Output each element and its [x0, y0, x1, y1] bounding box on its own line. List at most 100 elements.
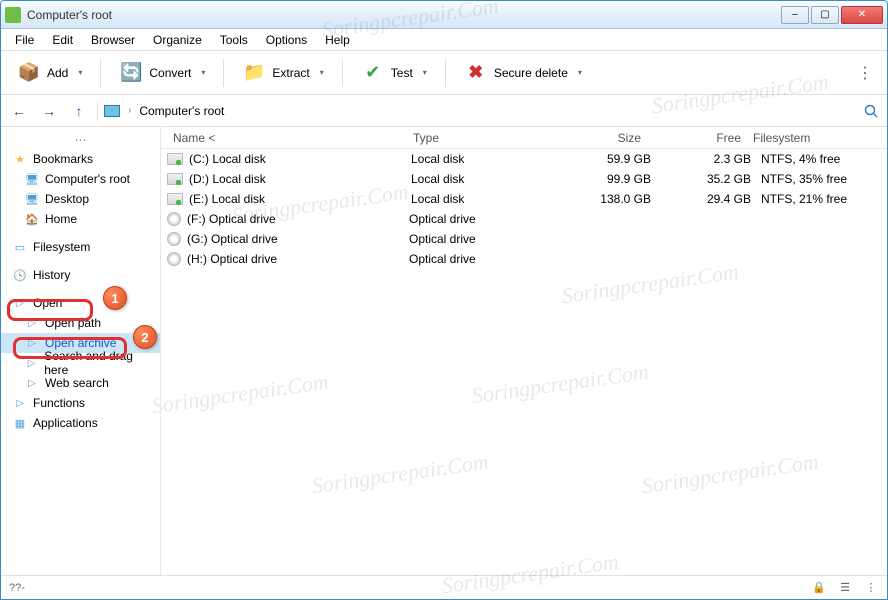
col-size[interactable]: Size — [547, 131, 647, 145]
triangle-right-icon: ▷ — [13, 296, 27, 310]
breadcrumb[interactable]: › Computer's root — [104, 104, 224, 118]
file-filesystem: NTFS, 35% free — [751, 172, 881, 186]
convert-icon: 🔄 — [119, 61, 143, 85]
menu-edit[interactable]: Edit — [44, 31, 81, 49]
triangle-right-icon: ▷ — [25, 336, 39, 350]
chevron-down-icon: ▾ — [574, 68, 582, 77]
triangle-right-icon: ▷ — [25, 316, 39, 330]
optical-icon — [167, 252, 181, 266]
sidebar-computers-root[interactable]: 🖥Computer's root — [1, 169, 160, 189]
sidebar-history[interactable]: 🕓History — [1, 265, 160, 285]
menu-browser[interactable]: Browser — [83, 31, 143, 49]
separator — [100, 59, 101, 87]
convert-button[interactable]: 🔄 Convert ▾ — [109, 57, 215, 89]
lock-icon[interactable]: 🔒 — [811, 581, 827, 595]
home-icon: 🏠 — [25, 212, 39, 226]
app-icon — [5, 7, 21, 23]
file-row[interactable]: (F:) Optical driveOptical drive — [161, 209, 887, 229]
menu-organize[interactable]: Organize — [145, 31, 210, 49]
file-row[interactable]: (G:) Optical driveOptical drive — [161, 229, 887, 249]
breadcrumb-root: Computer's root — [139, 104, 224, 118]
search-icon — [864, 104, 878, 118]
col-type[interactable]: Type — [407, 131, 547, 145]
status-left: ??- — [9, 582, 25, 594]
minimize-button[interactable]: – — [781, 6, 809, 24]
test-label: Test — [391, 66, 413, 80]
column-headers: Name < Type Size Free Filesystem — [161, 127, 887, 149]
kebab-icon[interactable]: ⋮ — [863, 581, 879, 595]
col-free[interactable]: Free — [647, 131, 747, 145]
x-icon: ✖ — [464, 61, 488, 85]
add-label: Add — [47, 66, 68, 80]
menu-help[interactable]: Help — [317, 31, 358, 49]
file-type: Local disk — [411, 192, 551, 206]
check-icon: ✔ — [361, 61, 385, 85]
secure-delete-label: Secure delete — [494, 66, 568, 80]
triangle-right-icon: ▷ — [13, 396, 27, 410]
file-name: (F:) Optical drive — [187, 212, 409, 226]
back-button[interactable]: ← — [7, 99, 31, 123]
chevron-down-icon: ▾ — [74, 68, 82, 77]
add-button[interactable]: 📦 Add ▾ — [7, 57, 92, 89]
sidebar-applications[interactable]: ▦Applications — [1, 413, 160, 433]
more-button[interactable]: ⋮ — [849, 59, 881, 87]
history-icon: 🕓 — [13, 268, 27, 282]
file-pane: Name < Type Size Free Filesystem (C:) Lo… — [161, 127, 887, 575]
file-type: Local disk — [411, 152, 551, 166]
computer-icon: 🖥 — [25, 172, 39, 186]
computer-icon — [104, 105, 120, 117]
extract-button[interactable]: 📁 Extract ▾ — [232, 57, 333, 89]
desktop-icon: 🖥 — [25, 192, 39, 206]
sidebar-home[interactable]: 🏠Home — [1, 209, 160, 229]
chevron-down-icon: ▾ — [316, 68, 324, 77]
disk-icon — [167, 173, 183, 185]
drive-icon: ▭ — [13, 240, 27, 254]
file-name: (E:) Local disk — [189, 192, 411, 206]
chevron-down-icon: ▾ — [419, 68, 427, 77]
sidebar-desktop[interactable]: 🖥Desktop — [1, 189, 160, 209]
app-window: Soringpcrepair.Com Soringpcrepair.Com So… — [0, 0, 888, 600]
window-title: Computer's root — [27, 8, 781, 22]
file-row[interactable]: (D:) Local diskLocal disk99.9 GB35.2 GBN… — [161, 169, 887, 189]
col-filesystem[interactable]: Filesystem — [747, 131, 877, 145]
triangle-right-icon: ▷ — [25, 376, 39, 390]
file-filesystem: NTFS, 4% free — [751, 152, 881, 166]
separator — [445, 59, 446, 87]
maximize-button[interactable]: ▢ — [811, 6, 839, 24]
file-name: (H:) Optical drive — [187, 252, 409, 266]
sidebar-dots: ⋯ — [1, 131, 160, 149]
chevron-right-icon: › — [128, 105, 131, 116]
separator — [97, 101, 98, 121]
main-content: ⋯ ★Bookmarks 🖥Computer's root 🖥Desktop 🏠… — [1, 127, 887, 575]
up-button[interactable]: ↑ — [67, 99, 91, 123]
menu-tools[interactable]: Tools — [212, 31, 256, 49]
file-type: Optical drive — [409, 212, 549, 226]
file-row[interactable]: (H:) Optical driveOptical drive — [161, 249, 887, 269]
secure-delete-button[interactable]: ✖ Secure delete ▾ — [454, 57, 592, 89]
sidebar-functions[interactable]: ▷Functions — [1, 393, 160, 413]
sidebar-open[interactable]: ▷Open — [1, 293, 160, 313]
file-name: (G:) Optical drive — [187, 232, 409, 246]
menu-file[interactable]: File — [7, 31, 42, 49]
close-button[interactable]: ✕ — [841, 6, 883, 24]
file-name: (D:) Local disk — [189, 172, 411, 186]
col-name[interactable]: Name < — [167, 131, 407, 145]
test-button[interactable]: ✔ Test ▾ — [351, 57, 437, 89]
menu-options[interactable]: Options — [258, 31, 315, 49]
file-filesystem: NTFS, 21% free — [751, 192, 881, 206]
sidebar-bookmarks[interactable]: ★Bookmarks — [1, 149, 160, 169]
convert-label: Convert — [149, 66, 191, 80]
file-type: Optical drive — [409, 252, 549, 266]
file-row[interactable]: (C:) Local diskLocal disk59.9 GB2.3 GBNT… — [161, 149, 887, 169]
sidebar-search-drag[interactable]: ▷Search and drag here — [1, 353, 160, 373]
extract-icon: 📁 — [242, 61, 266, 85]
search-button[interactable] — [861, 101, 881, 121]
file-size: 138.0 GB — [551, 192, 651, 206]
forward-button[interactable]: → — [37, 99, 61, 123]
sidebar-filesystem[interactable]: ▭Filesystem — [1, 237, 160, 257]
file-size: 59.9 GB — [551, 152, 651, 166]
file-row[interactable]: (E:) Local diskLocal disk138.0 GB29.4 GB… — [161, 189, 887, 209]
box-icon: 📦 — [17, 61, 41, 85]
annotation-badge-2: 2 — [133, 325, 157, 349]
list-view-icon[interactable]: ☰ — [837, 581, 853, 595]
